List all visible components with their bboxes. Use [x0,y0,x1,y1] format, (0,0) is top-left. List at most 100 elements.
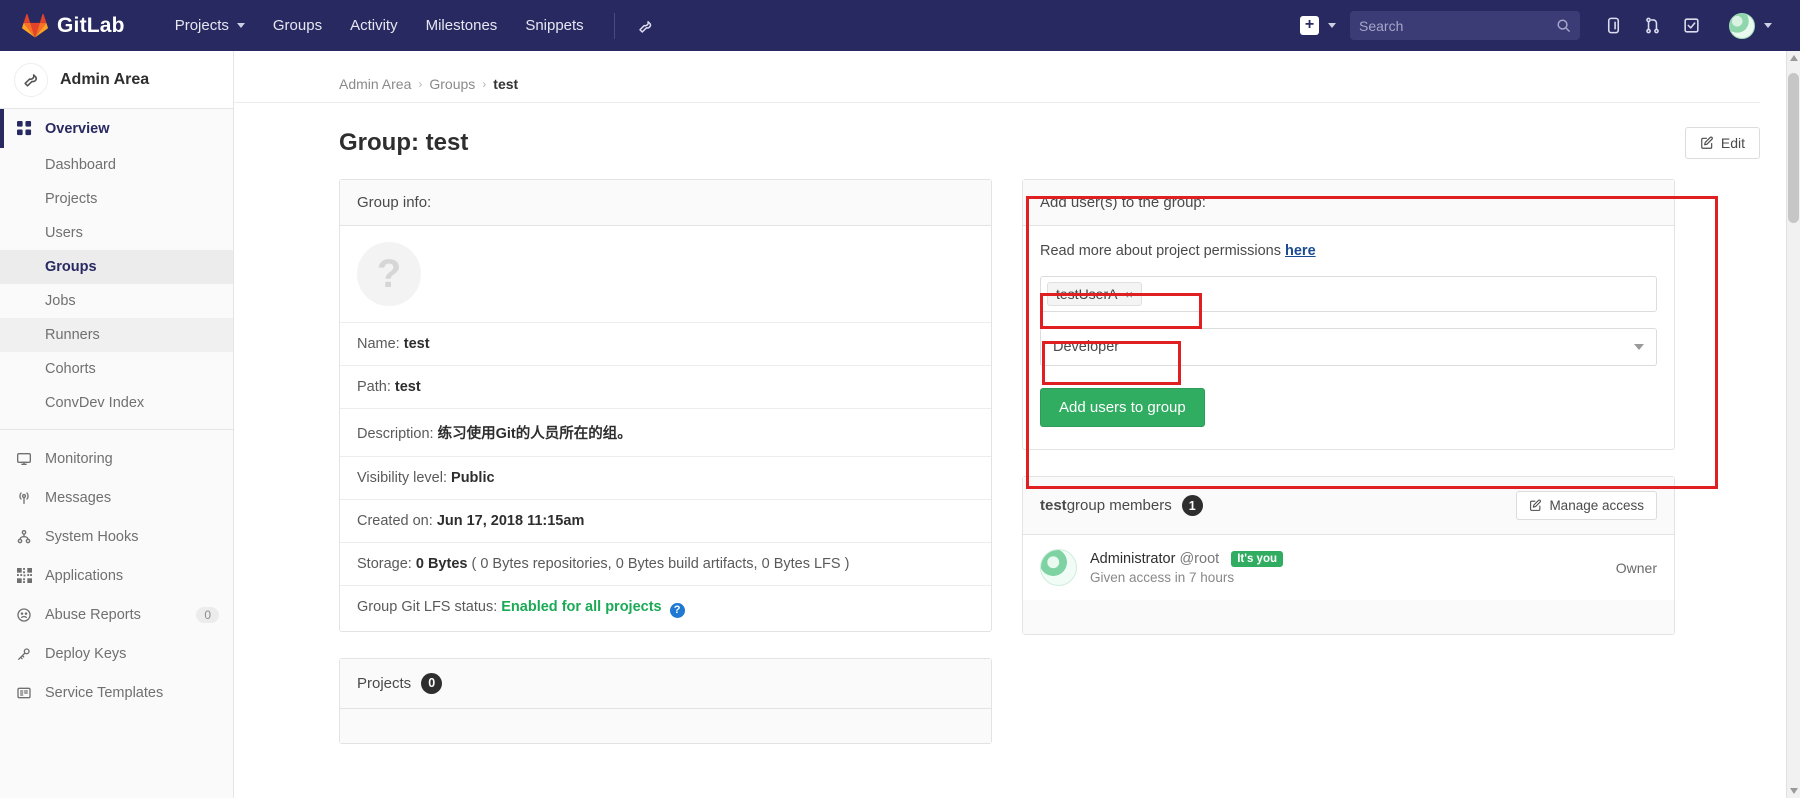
permissions-note: Read more about project permissions here [1040,243,1657,259]
chevron-down-icon [1328,23,1336,28]
scroll-down-icon[interactable] [1790,788,1798,794]
sidebar-item-applications-label: Applications [45,567,124,584]
sidebar-item-groups-label: Groups [45,259,97,275]
sidebar-item-projects-label: Projects [45,191,98,207]
sidebar-item-abuse-reports[interactable]: Abuse Reports 0 [0,595,233,634]
sidebar-item-monitoring-label: Monitoring [45,450,113,467]
manage-access-button[interactable]: Manage access [1516,491,1657,520]
group-info-value-storage: 0 Bytes [415,556,468,572]
manage-access-label: Manage access [1549,498,1644,513]
search-icon [1557,19,1570,32]
group-info-storage-detail: ( 0 Bytes repositories, 0 Bytes build ar… [471,556,850,572]
member-access-note: Given access in 7 hours [1090,569,1235,585]
nav-item-milestones-label: Milestones [425,17,498,34]
group-info-value-name: test [403,336,430,352]
key-icon [14,646,34,662]
merge-requests-button[interactable] [1633,10,1672,41]
hook-icon [14,529,34,545]
sidebar-context-title: Admin Area [60,70,150,88]
gitlab-logo-icon [22,13,48,39]
template-icon [14,685,34,701]
sidebar-item-convdev-index[interactable]: ConvDev Index [0,386,233,420]
sidebar-item-system-hooks-label: System Hooks [45,528,139,545]
group-avatar-glyph: ? [376,251,402,296]
nav-item-projects[interactable]: Projects [161,1,259,50]
search-input[interactable] [1359,17,1556,34]
merge-requests-icon [1646,17,1659,34]
sidebar-item-service-templates[interactable]: Service Templates [0,673,233,712]
plus-icon: + [1300,16,1319,35]
group-info-value-description: 练习使用Git的人员所在的组。 [437,426,632,442]
broadcast-icon [14,490,34,506]
issues-icon [1607,17,1620,34]
search-box[interactable] [1350,11,1580,40]
top-navbar: GitLab Projects Groups Activity Mileston… [0,0,1800,51]
gitlab-brand[interactable]: GitLab [0,13,135,39]
new-item-button[interactable]: + [1290,16,1346,35]
sidebar-item-jobs[interactable]: Jobs [0,284,233,318]
add-users-header-label: Add user(s) to the group: [1040,194,1206,211]
sidebar-item-cohorts[interactable]: Cohorts [0,352,233,386]
sidebar-item-overview[interactable]: Overview [0,109,233,148]
add-users-body: Read more about project permissions here… [1023,226,1674,449]
sidebar-item-monitoring[interactable]: Monitoring [0,439,233,478]
member-name-line: Administrator @root It's you [1090,550,1283,567]
user-token[interactable]: testUserA × [1047,282,1143,306]
close-icon[interactable]: × [1125,287,1133,302]
sidebar-item-dashboard[interactable]: Dashboard [0,148,233,182]
abuse-reports-badge: 0 [196,606,219,623]
breadcrumb-item-admin-area[interactable]: Admin Area [339,76,411,92]
sidebar-item-deploy-keys[interactable]: Deploy Keys [0,634,233,673]
issues-button[interactable] [1594,10,1633,41]
nav-item-groups[interactable]: Groups [259,1,336,50]
nav-item-snippets[interactable]: Snippets [511,1,597,50]
edit-button-label: Edit [1720,135,1745,151]
nav-divider [613,12,615,39]
edit-button[interactable]: Edit [1684,127,1760,159]
access-level-select[interactable]: Developer [1040,328,1657,366]
sidebar-item-groups[interactable]: Groups [0,250,233,284]
wrench-icon [638,20,651,33]
group-info-value-created: Jun 17, 2018 11:15am [436,513,585,529]
user-menu-button[interactable] [1711,7,1782,45]
page-scrollbar[interactable] [1786,51,1800,798]
group-info-row-visibility: Visibility level: Public [340,457,991,500]
question-circle-icon[interactable]: ? [669,602,685,618]
group-info-label-visibility: Visibility level: [357,470,447,486]
user-select-input[interactable]: testUserA × [1040,276,1657,312]
group-avatar-row: ? [340,226,991,323]
permissions-here-link[interactable]: here [1285,243,1316,259]
sidebar-context-header[interactable]: Admin Area [0,51,233,109]
nav-item-activity[interactable]: Activity [336,1,412,50]
sidebar-item-projects[interactable]: Projects [0,182,233,216]
sidebar-item-runners[interactable]: Runners [0,318,233,352]
sidebar-item-system-hooks[interactable]: System Hooks [0,517,233,556]
scrollbar-thumb[interactable] [1788,73,1799,223]
sidebar-item-messages[interactable]: Messages [0,478,233,517]
user-token-label: testUserA [1056,286,1118,302]
sidebar-item-applications[interactable]: Applications [0,556,233,595]
admin-wrench-button[interactable] [627,11,665,41]
sidebar-item-users[interactable]: Users [0,216,233,250]
group-members-header: test group members 1 Manage access [1023,477,1674,535]
breadcrumb-item-groups[interactable]: Groups [429,76,475,92]
page-title: Group: test [339,129,469,156]
breadcrumb-item-current[interactable]: test [493,76,518,92]
sidebar-item-jobs-label: Jobs [45,293,76,309]
group-info-header-label: Group info: [357,194,432,211]
chevron-down-icon [1634,344,1644,350]
scroll-up-icon[interactable] [1790,55,1798,61]
sidebar-item-service-templates-label: Service Templates [45,684,164,701]
group-members-title-rest: group members [1066,497,1172,514]
member-name[interactable]: Administrator [1090,551,1175,567]
sidebar-divider [0,429,233,430]
nav-item-milestones[interactable]: Milestones [412,1,512,50]
navbar-right: + [1290,7,1800,45]
group-members-count-badge: 1 [1181,495,1203,516]
group-info-label-description: Description: [357,426,434,442]
group-info-label-path: Path: [357,379,391,395]
projects-count-badge: 0 [421,672,443,694]
todos-button[interactable] [1672,10,1711,41]
group-members-title-bold: test [1040,497,1067,514]
add-users-to-group-button[interactable]: Add users to group [1040,388,1205,427]
